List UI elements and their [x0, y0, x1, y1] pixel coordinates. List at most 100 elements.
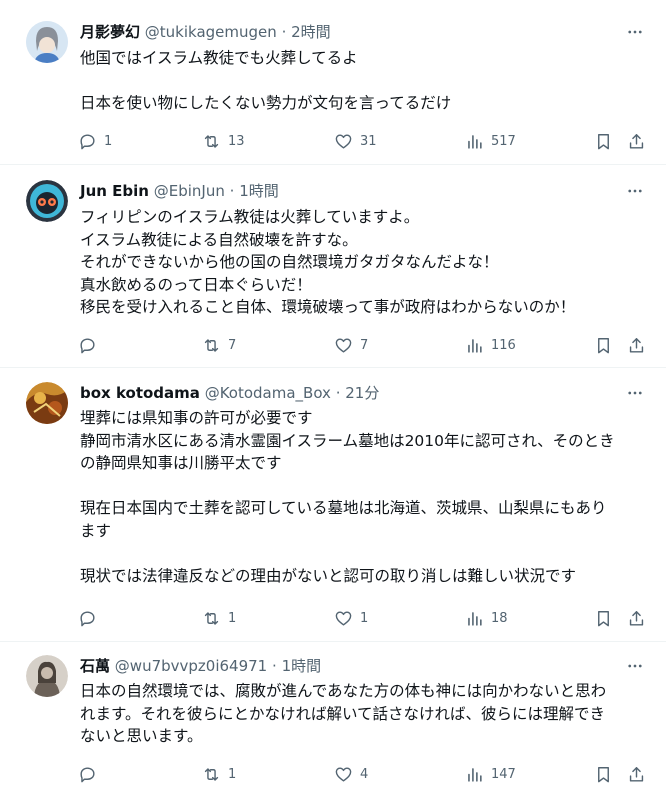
text-line: 真水飲めるのって日本ぐらいだ！ [80, 275, 312, 294]
retweet-count: 13 [228, 133, 245, 149]
tweet[interactable]: 月影夢幻 @tukikagemugen · 2時間 他国ではイスラム教徒でも火葬… [0, 0, 666, 165]
views-button[interactable]: 116 [465, 334, 516, 356]
share-button[interactable] [625, 130, 647, 152]
action-bar: 1 13 31 517 [78, 130, 646, 152]
reply-button[interactable]: 1 [78, 130, 112, 152]
bookmark-button[interactable] [592, 130, 614, 152]
text-line: 日本の自然環境では、腐敗が進んであなた方の体も神には向かわないと思わ [80, 682, 607, 700]
tweet-text: 他国ではイスラム教徒でも火葬してるよ 日本を使い物にしたくない勢力が文句を言って… [80, 47, 648, 115]
avatar[interactable] [26, 655, 68, 697]
like-button[interactable]: 7 [334, 334, 368, 356]
separator-dot: · [272, 657, 277, 675]
text-line: 静岡市清水区にある清水霊園イスラーム墓地は2010年に認可され、そのとき [80, 431, 615, 450]
reply-button[interactable] [78, 607, 104, 629]
view-count: 517 [491, 133, 516, 149]
bookmark-icon [597, 133, 609, 149]
bookmark-icon [597, 337, 609, 353]
reply-count: 1 [104, 133, 113, 149]
retweet-count: 7 [228, 337, 237, 353]
views-button[interactable]: 517 [465, 130, 516, 152]
views-chart-icon [468, 767, 482, 782]
bookmark-button[interactable] [592, 334, 614, 356]
timestamp[interactable]: 1時間 [282, 657, 322, 675]
more-options-button[interactable] [624, 22, 646, 42]
user-handle[interactable]: @tukikagemugen [145, 23, 277, 41]
text-line: れます。それを彼らにとかなければ解いて話さなければ、彼らには理解でき [80, 704, 605, 723]
action-bar: 1 1 18 [78, 607, 646, 629]
display-name[interactable]: box kotodama [80, 384, 200, 402]
display-name[interactable]: 石萬 [80, 657, 110, 675]
tweet-header: Jun Ebin @EbinJun · 1時間 [80, 181, 279, 201]
retweet-icon [204, 338, 219, 352]
reply-button[interactable] [78, 334, 104, 356]
more-options-button[interactable] [624, 181, 646, 201]
reply-icon [80, 610, 95, 626]
timestamp[interactable]: 1時間 [239, 182, 279, 200]
reply-button[interactable] [78, 763, 104, 785]
like-button[interactable]: 31 [334, 130, 377, 152]
ellipsis-icon [628, 391, 642, 395]
share-icon [629, 133, 643, 149]
tweet[interactable]: box kotodama @Kotodama_Box · 21分 埋葬には県知事… [0, 368, 666, 642]
avatar[interactable] [26, 382, 68, 424]
display-name[interactable]: Jun Ebin [80, 182, 149, 200]
timestamp[interactable]: 21分 [345, 384, 379, 402]
share-button[interactable] [625, 334, 647, 356]
timestamp[interactable]: 2時間 [291, 23, 331, 41]
share-icon [629, 337, 643, 353]
retweet-icon [204, 611, 219, 625]
bookmark-button[interactable] [592, 607, 614, 629]
text-line: 現在日本国内で土葬を認可している墓地は北海道、茨城県、山梨県にもあり [80, 499, 607, 518]
user-handle[interactable]: @wu7bvvpz0i64971 [115, 657, 267, 675]
tweet[interactable]: 石萬 @wu7bvvpz0i64971 · 1時間 日本の自然環境では、腐敗が進… [0, 642, 666, 786]
views-button[interactable]: 147 [465, 763, 516, 785]
text-line: ないと思います。 [80, 727, 203, 746]
views-button[interactable]: 18 [465, 607, 508, 629]
share-button[interactable] [625, 607, 647, 629]
user-handle[interactable]: @EbinJun [154, 182, 225, 200]
tweet-text: 埋葬には県知事の許可が必要です 静岡市清水区にある清水霊園イスラーム墓地は201… [80, 407, 648, 588]
text-line: それができないから他の国の自然環境ガタガタなんだよな！ [80, 253, 499, 272]
retweet-button[interactable]: 1 [202, 607, 236, 629]
separator-dot: · [229, 182, 235, 200]
reply-icon [80, 766, 95, 782]
more-options-button[interactable] [624, 383, 646, 403]
ellipsis-icon [628, 664, 642, 668]
retweet-button[interactable]: 7 [202, 334, 236, 356]
retweet-button[interactable]: 1 [202, 763, 236, 785]
text-line: 現状では法律違反などの理由がないと認可の取り消しは難しい状況です [80, 567, 577, 586]
separator-dot: · [281, 23, 287, 41]
text-line: 他国ではイスラム教徒でも火葬してるよ [80, 49, 358, 67]
bookmark-button[interactable] [592, 763, 614, 785]
share-icon [629, 610, 643, 626]
heart-icon [335, 133, 352, 149]
views-chart-icon [468, 134, 482, 149]
share-button[interactable] [625, 763, 647, 785]
like-count: 31 [360, 133, 377, 149]
reply-feed: 月影夢幻 @tukikagemugen · 2時間 他国ではイスラム教徒でも火葬… [0, 0, 666, 786]
display-name[interactable]: 月影夢幻 [80, 23, 140, 41]
retweet-count: 1 [228, 610, 237, 626]
like-count: 1 [360, 610, 369, 626]
like-button[interactable]: 1 [334, 607, 368, 629]
avatar[interactable] [26, 21, 68, 63]
tweet-header: 石萬 @wu7bvvpz0i64971 · 1時間 [80, 656, 321, 676]
user-handle[interactable]: @Kotodama_Box [205, 384, 331, 402]
tweet-text: 日本の自然環境では、腐敗が進んであなた方の体も神には向かわないと思わ れます。そ… [80, 680, 648, 748]
text-line: フィリピンのイスラム教徒は火葬していますよ。 [80, 208, 420, 226]
heart-icon [335, 610, 352, 626]
separator-dot: · [335, 384, 341, 402]
retweet-button[interactable]: 13 [202, 130, 245, 152]
like-count: 4 [360, 766, 369, 782]
tweet-header: box kotodama @Kotodama_Box · 21分 [80, 383, 379, 403]
like-button[interactable]: 4 [334, 763, 368, 785]
views-chart-icon [468, 611, 482, 626]
reply-icon [80, 133, 95, 149]
heart-icon [335, 337, 352, 353]
avatar[interactable] [26, 180, 68, 222]
more-options-button[interactable] [624, 656, 646, 676]
tweet[interactable]: Jun Ebin @EbinJun · 1時間 フィリピンのイスラム教徒は火葬し… [0, 165, 666, 368]
action-bar: 1 4 147 [78, 763, 646, 785]
bookmark-icon [597, 610, 609, 626]
